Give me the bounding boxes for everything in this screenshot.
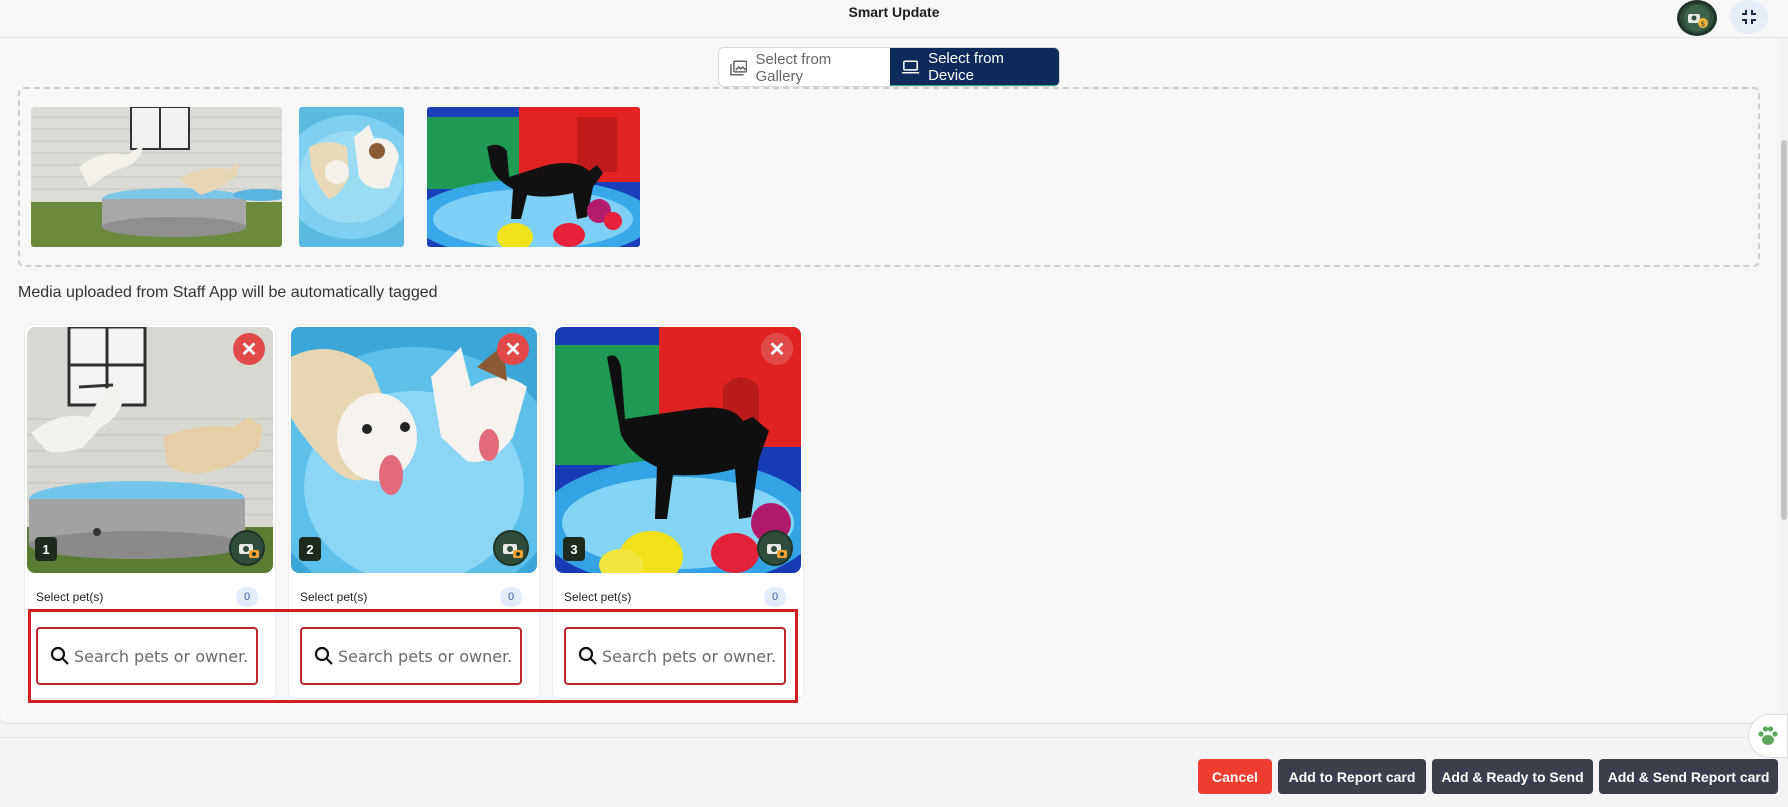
remove-media-button[interactable]: ✕ bbox=[497, 333, 529, 365]
tab-select-gallery[interactable]: Select from Gallery bbox=[719, 48, 890, 86]
scrollbar[interactable] bbox=[1781, 140, 1787, 520]
header-bar: Smart Update bbox=[0, 0, 1788, 38]
add-send-report-card-button[interactable]: Add & Send Report card bbox=[1599, 759, 1778, 794]
pet-search-field[interactable] bbox=[300, 627, 522, 685]
collapse-icon[interactable] bbox=[1730, 0, 1768, 34]
search-icon bbox=[578, 646, 597, 665]
close-icon: ✕ bbox=[768, 338, 786, 361]
laptop-icon bbox=[901, 60, 920, 73]
uploaded-thumbnail[interactable] bbox=[31, 107, 282, 247]
camera-badge-icon bbox=[757, 530, 793, 566]
close-icon: ✕ bbox=[504, 338, 522, 361]
search-input[interactable] bbox=[74, 646, 249, 666]
page-title: Smart Update bbox=[848, 4, 940, 20]
selected-pets-count: 0 bbox=[764, 587, 786, 607]
search-icon bbox=[50, 646, 69, 665]
search-input[interactable] bbox=[602, 646, 777, 666]
media-dropzone[interactable] bbox=[18, 87, 1760, 267]
remove-media-button[interactable]: ✕ bbox=[233, 333, 265, 365]
staff-avatar-icon[interactable]: $ bbox=[1677, 0, 1717, 36]
tab-select-device[interactable]: Select from Device bbox=[890, 48, 1059, 86]
search-input[interactable] bbox=[338, 646, 513, 666]
media-card: ✕ 2 Select pet(s) 0 bbox=[288, 324, 540, 699]
camera-badge-icon bbox=[493, 530, 529, 566]
add-to-report-card-button[interactable]: Add to Report card bbox=[1278, 759, 1426, 794]
paw-icon[interactable] bbox=[1748, 714, 1788, 758]
footer-divider bbox=[0, 737, 1778, 738]
select-pets-label: Select pet(s) bbox=[36, 590, 104, 604]
select-pets-label: Select pet(s) bbox=[564, 590, 632, 604]
media-number-badge: 3 bbox=[563, 537, 585, 561]
media-card: ✕ 1 Select pet(s) 0 bbox=[24, 324, 276, 699]
add-ready-to-send-button[interactable]: Add & Ready to Send bbox=[1432, 759, 1593, 794]
source-tabs: Select from Gallery Select from Device bbox=[718, 47, 1060, 87]
uploaded-thumbnail[interactable] bbox=[427, 107, 640, 247]
close-icon: ✕ bbox=[240, 338, 258, 361]
selected-pets-count: 0 bbox=[236, 587, 258, 607]
media-number-badge: 2 bbox=[299, 537, 321, 561]
media-card: ✕ 3 Select pet(s) 0 bbox=[552, 324, 804, 699]
image-gallery-icon bbox=[730, 60, 748, 76]
pet-search-field[interactable] bbox=[36, 627, 258, 685]
camera-badge-icon bbox=[229, 530, 265, 566]
search-icon bbox=[314, 646, 333, 665]
tab-gallery-label: Select from Gallery bbox=[755, 51, 832, 85]
pet-search-field[interactable] bbox=[564, 627, 786, 685]
svg-text:$: $ bbox=[1701, 20, 1705, 28]
tab-device-label: Select from Device bbox=[928, 49, 1004, 84]
remove-media-button[interactable]: ✕ bbox=[761, 333, 793, 365]
selected-pets-count: 0 bbox=[500, 587, 522, 607]
cancel-button[interactable]: Cancel bbox=[1198, 759, 1272, 794]
media-number-badge: 1 bbox=[35, 537, 57, 561]
auto-tag-note: Media uploaded from Staff App will be au… bbox=[18, 284, 438, 301]
select-pets-label: Select pet(s) bbox=[300, 590, 368, 604]
uploaded-thumbnail[interactable] bbox=[299, 107, 404, 247]
